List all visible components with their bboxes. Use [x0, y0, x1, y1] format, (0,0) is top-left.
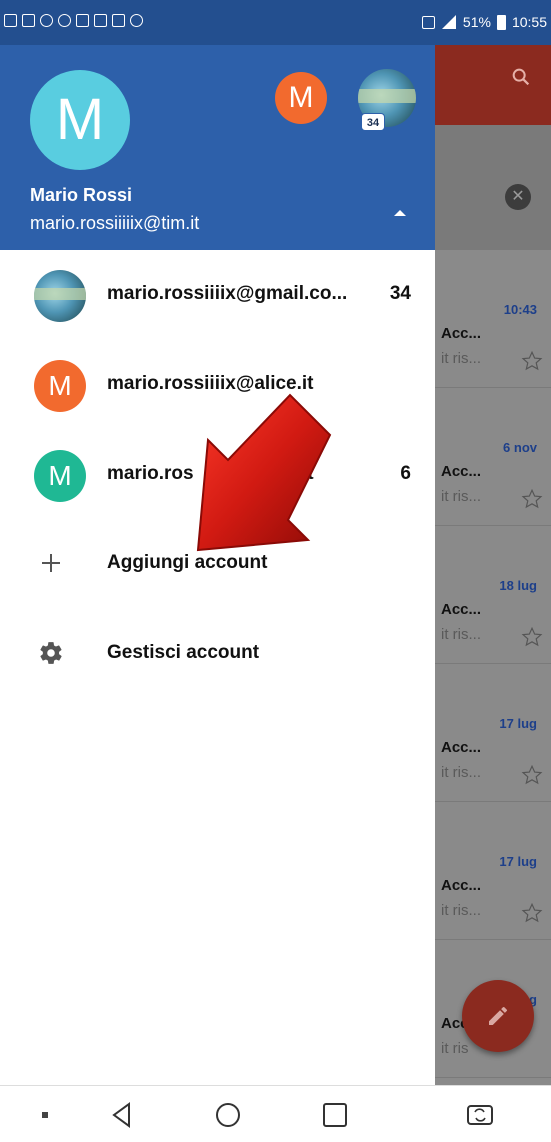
system-indicators: 51% 10:55	[421, 14, 547, 30]
current-account-avatar[interactable]: M	[30, 70, 130, 170]
battery-icon	[496, 14, 506, 30]
dot-icon[interactable]	[30, 1100, 60, 1130]
message-sender: Acc...	[441, 325, 482, 342]
account-avatar: M	[34, 450, 86, 502]
home-icon[interactable]	[213, 1100, 243, 1130]
list-item[interactable]: 10:43 Acc... it ris...	[435, 250, 551, 388]
download-icon	[112, 14, 125, 27]
message-snippet: it ris...	[441, 488, 481, 505]
message-snippet: it ris	[441, 1040, 469, 1057]
status-bar: 51% 10:55	[0, 0, 551, 45]
account-avatar-photo	[34, 270, 86, 322]
message-time: 17 lug	[499, 716, 537, 731]
message-snippet: it ris...	[441, 902, 481, 919]
star-icon[interactable]	[521, 350, 543, 372]
message-snippet: it ris...	[441, 350, 481, 367]
vibrate-icon	[421, 15, 435, 29]
pencil-icon	[489, 1006, 508, 1025]
plus-icon	[42, 554, 60, 572]
star-icon[interactable]	[521, 626, 543, 648]
signal-icon	[441, 15, 456, 29]
message-time: 6 nov	[503, 440, 537, 455]
message-sender: Acc...	[441, 463, 482, 480]
dual-window-icon[interactable]	[465, 1100, 495, 1130]
clock: 10:55	[511, 14, 547, 30]
account-name: Mario Rossi	[30, 185, 133, 205]
message-time: 10:43	[503, 302, 537, 317]
account-item[interactable]: mario.rossiiiix@gmail.co... 34	[0, 250, 435, 340]
battery-level: 51%	[462, 14, 491, 30]
message-sender: Acc...	[441, 601, 482, 618]
search-icon[interactable]	[510, 66, 532, 88]
app-toolbar	[435, 45, 551, 125]
location-icon	[58, 14, 71, 27]
unread-count: 6	[400, 463, 411, 484]
account-avatar: M	[34, 360, 86, 412]
drawer-header: M M 34 Mario Rossi mario.rossiiiiix@tim.…	[0, 45, 435, 250]
unread-count: 34	[389, 283, 411, 304]
manage-accounts-button[interactable]: Gestisci account	[0, 610, 435, 700]
message-sender: Acc...	[441, 877, 482, 894]
star-icon[interactable]	[521, 764, 543, 786]
compose-button[interactable]	[462, 980, 534, 1052]
shield-icon	[40, 14, 53, 27]
chevron-up-icon[interactable]	[382, 195, 418, 231]
message-time: 18 lug	[499, 578, 537, 593]
navigation-bar	[0, 1085, 551, 1142]
star-icon[interactable]	[521, 902, 543, 924]
usb-icon	[130, 14, 143, 27]
list-item[interactable]: 17 lug Acc... it ris...	[435, 664, 551, 802]
list-item[interactable]: 17 lug Acc... it ris...	[435, 802, 551, 940]
image-icon	[94, 14, 107, 27]
warning-icon	[22, 14, 35, 27]
star-icon[interactable]	[521, 488, 543, 510]
message-sender: Acc...	[441, 739, 482, 756]
account-email: mario.rossiiiiix@tim.it	[30, 213, 200, 233]
list-item[interactable]: 18 lug Acc... it ris...	[435, 526, 551, 664]
message-time: 17 lug	[499, 854, 537, 869]
recent-apps-icon[interactable]	[320, 1100, 350, 1130]
gear-icon	[40, 642, 62, 664]
message-list: 10:43 Acc... it ris... 6 nov Acc... it r…	[435, 250, 551, 1085]
notification-icons	[4, 14, 143, 27]
switch-account-avatar[interactable]: M	[275, 72, 327, 124]
arrow-annotation	[196, 393, 332, 552]
email-icon	[76, 14, 89, 27]
account-item-email: mario.rossiiiix@gmail.co...	[107, 283, 348, 304]
message-snippet: it ris...	[441, 764, 481, 781]
message-snippet: it ris...	[441, 626, 481, 643]
back-icon[interactable]	[107, 1100, 137, 1130]
list-item[interactable]: 6 nov Acc... it ris...	[435, 388, 551, 526]
filter-bar	[435, 125, 551, 250]
unread-badge: 34	[361, 113, 385, 131]
clear-icon[interactable]: ✕	[505, 184, 531, 210]
image-icon	[4, 14, 17, 27]
action-label: Gestisci account	[107, 642, 260, 663]
